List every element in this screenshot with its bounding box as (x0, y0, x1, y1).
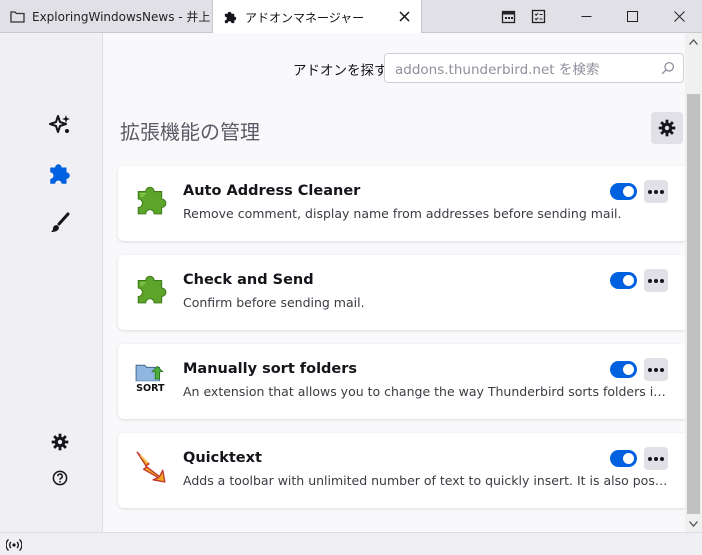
gear-icon (51, 433, 69, 451)
svg-text:SORT: SORT (136, 383, 165, 394)
puzzle-green-icon (134, 182, 168, 216)
more-options-button[interactable] (644, 447, 668, 470)
search-placeholder: addons.thunderbird.net を検索 (395, 62, 600, 78)
chevron-down-icon (689, 520, 698, 527)
addon-description: Remove comment, display name from addres… (183, 206, 622, 221)
minimize-button[interactable] (563, 0, 609, 33)
tab-exploring-windows-news[interactable]: ExploringWindowsNews - 井上 (0, 0, 212, 33)
addon-name: Manually sort folders (183, 361, 358, 377)
tasks-icon (531, 9, 545, 24)
addon-name: Quicktext (183, 450, 262, 466)
quicktext-bolt-icon (134, 449, 168, 483)
tab-label: ExploringWindowsNews - 井上 (32, 10, 211, 24)
tab-label: アドオンマネージャー (245, 10, 365, 25)
folder-icon (9, 9, 25, 25)
minimize-icon (581, 16, 591, 17)
more-options-button[interactable] (644, 269, 668, 292)
close-tab-button[interactable] (397, 9, 411, 23)
addon-name: Check and Send (183, 272, 314, 288)
calendar-button[interactable] (493, 0, 523, 33)
puzzle-green-icon (134, 271, 168, 305)
enable-toggle[interactable] (610, 450, 637, 467)
sparkle-icon (49, 115, 70, 133)
addon-description: An extension that allows you to change t… (183, 384, 671, 399)
addon-card[interactable]: Check and Send Confirm before sending ma… (118, 255, 685, 330)
page-title: 拡張機能の管理 (120, 120, 260, 144)
tools-gear-button[interactable] (651, 112, 683, 144)
puzzle-icon (222, 9, 238, 25)
search-icon (661, 61, 675, 79)
sidebar-item-themes[interactable] (40, 203, 80, 243)
sidebar-item-settings[interactable] (40, 422, 80, 462)
scroll-thumb[interactable] (687, 94, 700, 514)
find-addons-label: アドオンを探す (293, 63, 388, 79)
online-status-icon[interactable] (5, 537, 23, 551)
sidebar-item-help[interactable] (40, 458, 80, 498)
addon-card[interactable]: Quicktext Adds a toolbar with unlimited … (118, 433, 685, 508)
addon-card[interactable]: Auto Address Cleaner Remove comment, dis… (118, 166, 685, 241)
addon-sidebar (0, 33, 103, 532)
vertical-scrollbar[interactable] (685, 33, 702, 532)
puzzle-icon (50, 164, 70, 184)
enable-toggle[interactable] (610, 272, 637, 289)
addon-description: Adds a toolbar with unlimited number of … (183, 473, 671, 488)
tasks-button[interactable] (523, 0, 553, 33)
chevron-up-icon (689, 38, 698, 45)
close-icon (673, 11, 685, 22)
enable-toggle[interactable] (610, 183, 637, 200)
title-bar: ExploringWindowsNews - 井上 アドオンマネージャー (0, 0, 702, 34)
more-options-button[interactable] (644, 180, 668, 203)
status-bar (0, 532, 702, 555)
addon-main-panel: アドオンを探す addons.thunderbird.net を検索 拡張機能の… (103, 33, 685, 532)
tab-addon-manager[interactable]: アドオンマネージャー (212, 0, 422, 34)
maximize-button[interactable] (609, 0, 655, 33)
maximize-icon (626, 11, 638, 22)
sidebar-item-extensions[interactable] (40, 154, 80, 194)
addon-card[interactable]: SORT Manually sort folders An extension … (118, 344, 685, 419)
scroll-up-button[interactable] (685, 33, 702, 50)
close-window-button[interactable] (656, 0, 702, 33)
help-icon (52, 470, 68, 486)
enable-toggle[interactable] (610, 361, 637, 378)
scroll-down-button[interactable] (685, 515, 702, 532)
gear-icon (658, 119, 676, 137)
calendar-icon (501, 10, 515, 24)
more-options-button[interactable] (644, 358, 668, 381)
sort-folders-icon: SORT (134, 360, 168, 394)
sidebar-item-recommendations[interactable] (40, 105, 80, 145)
search-input[interactable]: addons.thunderbird.net を検索 (384, 53, 684, 83)
addon-name: Auto Address Cleaner (183, 183, 361, 199)
brush-icon (51, 212, 70, 232)
addon-description: Confirm before sending mail. (183, 295, 365, 310)
